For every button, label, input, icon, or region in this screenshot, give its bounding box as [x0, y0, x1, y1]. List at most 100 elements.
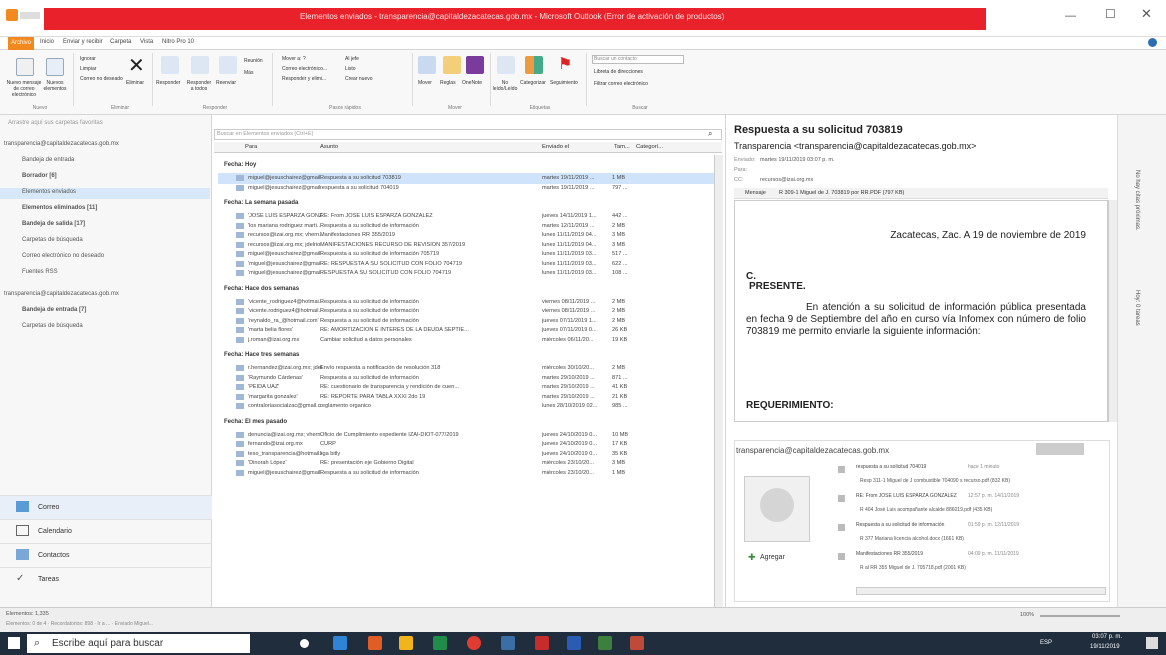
minimize-button[interactable]: —	[1065, 10, 1076, 22]
reply-all-label[interactable]: Responder a todos	[185, 80, 213, 92]
cortana-icon[interactable]	[300, 639, 309, 648]
nav-tasks-label[interactable]: Tareas	[38, 576, 59, 583]
feed-item-attachment[interactable]: R 404 José Luis acompañante alcalde 8860…	[860, 507, 1100, 513]
clean-button[interactable]: Limpiar	[80, 66, 96, 72]
junk-button[interactable]: Correo no deseado	[80, 76, 123, 82]
header-sent[interactable]: Enviado el	[542, 144, 569, 150]
restore-button[interactable]: ☐	[1105, 7, 1116, 21]
app-icon-1[interactable]	[368, 636, 382, 650]
nav-contacts[interactable]: Contactos	[0, 543, 212, 567]
filter-email-button[interactable]: Filtrar correo electrónico	[594, 81, 648, 87]
app-icon-2[interactable]	[501, 636, 515, 650]
group-header[interactable]: Fecha: Hoy	[224, 162, 256, 168]
nav-mail[interactable]: Correo	[0, 495, 212, 519]
account-2[interactable]: transparencia@capitaldezacatecas.gob.mx	[4, 291, 119, 297]
header-size[interactable]: Tam...	[614, 144, 630, 150]
help-icon[interactable]	[1148, 38, 1157, 47]
more-button[interactable]: Más	[244, 70, 253, 76]
pdf-taskbar-icon[interactable]	[535, 636, 549, 650]
follow-up-flag-icon[interactable]: ⚑	[558, 54, 572, 74]
tab-home[interactable]: Inicio	[40, 39, 54, 45]
rules-icon[interactable]	[443, 56, 461, 74]
zoom-level[interactable]: 100%	[1020, 612, 1034, 618]
people-view-buttons[interactable]	[1036, 443, 1084, 455]
folder-inbox-2[interactable]: Bandeja de entrada [7]	[22, 307, 86, 313]
folder-outbox[interactable]: Bandeja de salida [17]	[22, 221, 85, 227]
nav-calendar[interactable]: Calendario	[0, 519, 212, 543]
new-mail-label[interactable]: Nuevo mensaje de correo electrónico	[4, 80, 44, 98]
header-subject[interactable]: Asunto	[320, 144, 338, 150]
move-label[interactable]: Mover	[418, 80, 432, 86]
folder-drafts[interactable]: Borrador [6]	[22, 173, 57, 179]
group-header[interactable]: Fecha: La semana pasada	[224, 200, 298, 206]
categorize-label[interactable]: Categorizar	[520, 80, 546, 86]
excel-taskbar-icon[interactable]	[433, 636, 447, 650]
feed-item-title[interactable]: Respuesta a su solicitud de información	[856, 522, 966, 528]
attachment-file[interactable]: R 309-1 Miguel de J. 703819 por RR.PDF (…	[779, 190, 904, 196]
windows-start-icon[interactable]	[8, 637, 20, 649]
feed-item-icon[interactable]	[838, 524, 845, 531]
tab-nitro[interactable]: Nitro Pro 10	[162, 39, 194, 45]
language-indicator[interactable]: ESP	[1040, 640, 1052, 646]
search-icon[interactable]: ⌕	[708, 129, 712, 139]
onenote-label[interactable]: OneNote	[462, 80, 482, 86]
onenote-icon[interactable]	[466, 56, 484, 74]
meeting-button[interactable]: Reunión	[244, 58, 263, 64]
nav-tasks[interactable]: Tareas	[0, 567, 212, 591]
feed-item-icon[interactable]	[838, 495, 845, 502]
app-icon-4[interactable]	[630, 636, 644, 650]
feed-item-attachment[interactable]: R al RR 355 Miguel de J. 705718.pdf (200…	[860, 565, 1100, 571]
group-header[interactable]: Fecha: Hace tres semanas	[224, 352, 299, 358]
quick-step-create[interactable]: Crear nuevo	[345, 76, 373, 82]
nav-mail-label[interactable]: Correo	[38, 504, 59, 511]
task-view-icon[interactable]	[333, 636, 347, 650]
quick-step-reply-delete[interactable]: Responder y elimi...	[282, 76, 326, 82]
feed-item-title[interactable]: RE: From JOSE LUIS ESPARZA GONZALEZ	[856, 493, 966, 499]
new-items-icon[interactable]	[46, 58, 64, 76]
message-tab[interactable]: Mensaje	[745, 190, 766, 196]
zoom-slider[interactable]	[1040, 615, 1120, 617]
quick-step-boss[interactable]: Al jefe	[345, 56, 359, 62]
folder-sent[interactable]: Elementos enviados	[22, 189, 76, 195]
app-icon-3[interactable]	[598, 636, 612, 650]
chrome-taskbar-icon[interactable]	[467, 636, 481, 650]
account-1[interactable]: transparencia@capitaldezacatecas.gob.mx	[4, 141, 119, 147]
feed-item-attachment[interactable]: R 377 Mariana licencia alcohol.docx (166…	[860, 536, 1100, 542]
folder-inbox[interactable]: Bandeja de entrada	[22, 157, 74, 163]
tab-view[interactable]: Vista	[140, 39, 153, 45]
feed-item-attachment[interactable]: Resp 311-1 Miguel de J combustible 70409…	[860, 478, 1100, 484]
quick-step-email[interactable]: Correo electrónico...	[282, 66, 327, 72]
word-taskbar-icon[interactable]	[567, 636, 581, 650]
delete-icon[interactable]: ✕	[128, 53, 145, 78]
ignore-button[interactable]: Ignorar	[80, 56, 96, 62]
delete-label[interactable]: Eliminar	[126, 80, 144, 86]
feed-item-title[interactable]: Manifestaciones RR 355/2019	[856, 551, 966, 557]
group-header[interactable]: Fecha: Hace dos semanas	[224, 286, 299, 292]
add-contact-button[interactable]: Agregar	[760, 554, 785, 561]
clock-date[interactable]: 19/11/2019	[1090, 644, 1120, 650]
quick-step-done[interactable]: Listo	[345, 66, 356, 72]
categorize-icon[interactable]	[525, 56, 543, 74]
reply-all-icon[interactable]	[191, 56, 209, 74]
header-to[interactable]: Para	[245, 144, 257, 150]
tab-file[interactable]: Archivo	[8, 37, 34, 50]
new-items-label[interactable]: Nuevos elementos	[40, 80, 70, 92]
body-scrollbar[interactable]	[1108, 200, 1117, 422]
reply-icon[interactable]	[161, 56, 179, 74]
people-scrollbar[interactable]	[856, 587, 1106, 595]
tab-send-receive[interactable]: Enviar y recibir	[63, 39, 103, 45]
quick-step-move[interactable]: Mover a: ?	[282, 56, 306, 62]
unread-icon[interactable]	[497, 56, 515, 74]
tab-folder[interactable]: Carpeta	[110, 39, 131, 45]
folder-search[interactable]: Carpetas de búsqueda	[22, 237, 83, 243]
add-icon[interactable]: ✚	[748, 552, 756, 563]
feed-item-icon[interactable]	[838, 553, 845, 560]
notifications-icon[interactable]	[1146, 637, 1158, 649]
new-mail-icon[interactable]	[16, 58, 34, 76]
rules-label[interactable]: Reglas	[440, 80, 456, 86]
mail-row[interactable]: miguel@jesuschairez@gmail... respuesta a …	[218, 183, 718, 194]
feed-item-icon[interactable]	[838, 466, 845, 473]
forward-icon[interactable]	[219, 56, 237, 74]
folder-junk[interactable]: Correo electrónico no deseado	[22, 253, 104, 259]
mail-row[interactable]: j.roman@izai.org.mx Cambiar solicitud a d…	[218, 335, 718, 346]
